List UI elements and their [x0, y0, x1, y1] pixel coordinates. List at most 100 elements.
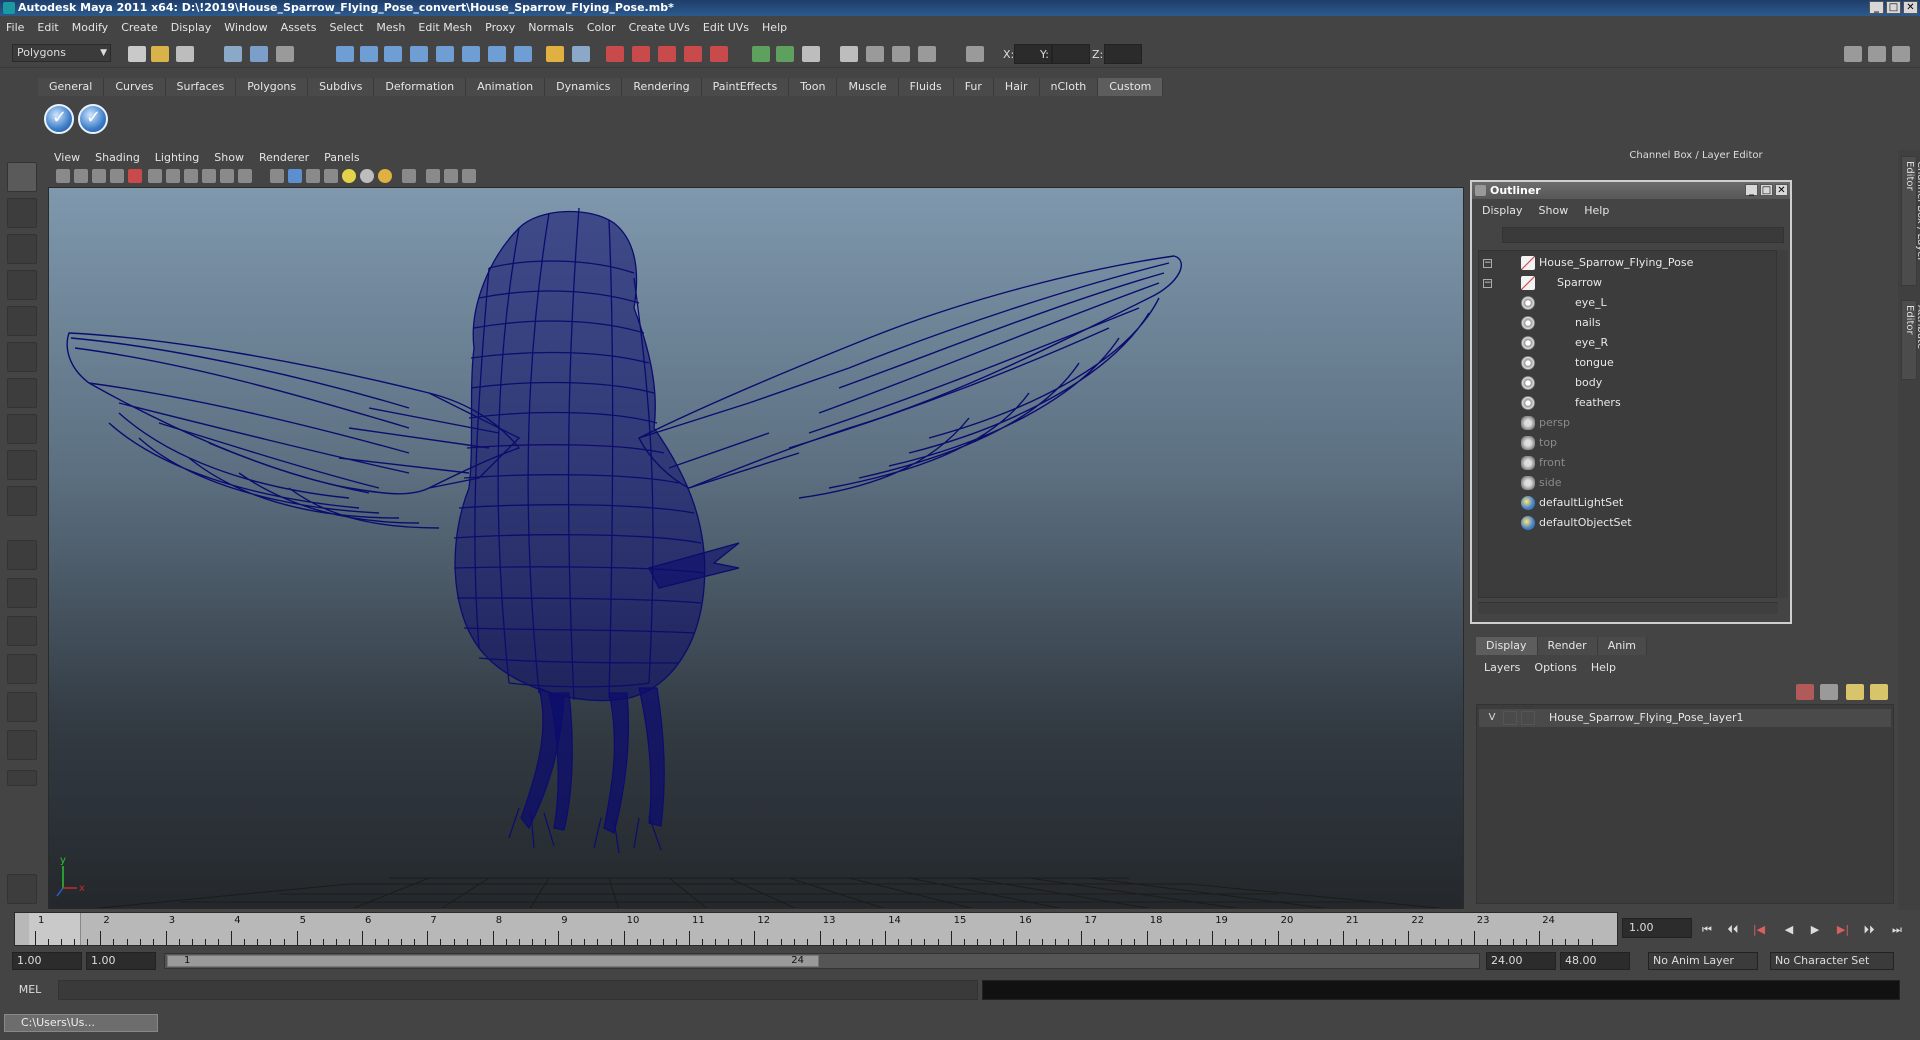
new-layer-selected-icon[interactable] — [1796, 684, 1814, 700]
shelf-tab-hair[interactable]: Hair — [993, 78, 1040, 96]
custom-shelf-button-1[interactable] — [44, 104, 74, 134]
outliner-item[interactable]: body — [1479, 373, 1769, 393]
last-tool-icon[interactable] — [7, 486, 37, 516]
layer-tab-display[interactable]: Display — [1476, 637, 1538, 655]
outliner-menu-display[interactable]: Display — [1482, 204, 1523, 217]
shelf-tab-curves[interactable]: Curves — [104, 78, 166, 96]
select-object-icon[interactable] — [250, 46, 268, 62]
menu-window[interactable]: Window — [224, 21, 267, 34]
outliner-menu-help[interactable]: Help — [1584, 204, 1609, 217]
minimized-window[interactable]: C:\Users\Us... — [4, 1014, 158, 1032]
shelf-tab-ncloth[interactable]: nCloth — [1039, 78, 1099, 96]
numeric-input-icon[interactable] — [918, 46, 936, 62]
textured-icon[interactable] — [220, 169, 234, 183]
z-coord-field[interactable] — [1104, 44, 1142, 64]
playback-start-field[interactable]: 1.00 — [86, 952, 156, 970]
snap-surface-icon[interactable] — [436, 46, 454, 62]
minimize-button[interactable]: _ — [1869, 1, 1884, 14]
camera-icon[interactable] — [56, 169, 70, 183]
menu-select[interactable]: Select — [329, 21, 363, 34]
wireframe-icon[interactable] — [166, 169, 180, 183]
scale-tool-icon[interactable] — [7, 342, 37, 372]
hypershade-icon[interactable] — [684, 46, 702, 62]
outliner-persp-layout-icon[interactable] — [7, 616, 37, 646]
layer-visibility-toggle[interactable]: V — [1485, 711, 1499, 725]
step-forward-frame-icon[interactable]: ▶| — [1836, 924, 1850, 936]
layer-menu-layers[interactable]: Layers — [1484, 661, 1520, 674]
custom-shelf-button-2[interactable] — [78, 104, 108, 134]
outliner-maximize-button[interactable]: □ — [1760, 184, 1773, 196]
collapse-icon[interactable]: − — [1483, 259, 1492, 268]
go-to-end-icon[interactable]: ⏭ — [1890, 924, 1904, 936]
sculpt-icon[interactable] — [866, 46, 884, 62]
tab-channel-box[interactable]: Channel Box / Layer Editor — [1901, 156, 1920, 286]
smooth-shade-icon[interactable] — [184, 169, 198, 183]
safe-action-icon[interactable] — [444, 169, 458, 183]
current-frame-field[interactable]: 1.00 — [1622, 918, 1692, 938]
start-time-field[interactable]: 1.00 — [12, 952, 82, 970]
select-hierarchy-icon[interactable] — [224, 46, 242, 62]
menu-display[interactable]: Display — [171, 21, 212, 34]
new-anim-layer-icon[interactable] — [1870, 684, 1888, 700]
layer-color-swatch[interactable] — [1521, 711, 1535, 725]
shelf-tab-animation[interactable]: Animation — [466, 78, 546, 96]
shelf-tab-fur[interactable]: Fur — [953, 78, 994, 96]
camera-attributes-icon[interactable] — [74, 169, 88, 183]
snap-point-icon[interactable] — [384, 46, 402, 62]
outliner-item[interactable]: eye_R — [1479, 333, 1769, 353]
toggle-channel-box-icon[interactable] — [1892, 46, 1910, 62]
shelf-tab-fluids[interactable]: Fluids — [898, 78, 954, 96]
layer-row[interactable]: V House_Sparrow_Flying_Pose_layer1 — [1479, 709, 1891, 727]
outliner-filter-field[interactable] — [1502, 227, 1784, 243]
save-scene-icon[interactable] — [176, 46, 194, 62]
menu-normals[interactable]: Normals — [528, 21, 574, 34]
input-line-icon[interactable] — [752, 46, 770, 62]
maximize-button[interactable]: □ — [1886, 1, 1901, 14]
render-view-icon[interactable] — [710, 46, 728, 62]
shelf-tab-polygons[interactable]: Polygons — [236, 78, 309, 96]
move-tool-icon[interactable] — [7, 270, 37, 300]
outliner-item[interactable]: defaultLightSet — [1479, 493, 1769, 513]
toggle-attribute-editor-icon[interactable] — [1844, 46, 1862, 62]
render-settings-icon[interactable] — [658, 46, 676, 62]
range-slider[interactable]: 1 24 — [164, 953, 1480, 969]
character-set-selector[interactable]: No Character Set — [1770, 952, 1894, 970]
outliner-item[interactable]: nails — [1479, 313, 1769, 333]
high-quality-icon[interactable] — [426, 169, 440, 183]
menu-assets[interactable]: Assets — [281, 21, 317, 34]
isolate-select-icon[interactable] — [324, 169, 338, 183]
all-lights-icon[interactable] — [360, 169, 374, 183]
menu-proxy[interactable]: Proxy — [485, 21, 515, 34]
menu-edit-mesh[interactable]: Edit Mesh — [418, 21, 472, 34]
shelf-tab-rendering[interactable]: Rendering — [622, 78, 702, 96]
play-backwards-icon[interactable]: ◀ — [1782, 924, 1796, 936]
panel-menu-view[interactable]: View — [54, 151, 80, 164]
shelf-tab-muscle[interactable]: Muscle — [837, 78, 899, 96]
soft-mod-tool-icon[interactable] — [7, 414, 37, 444]
history-icon[interactable] — [488, 46, 506, 62]
end-time-field[interactable]: 48.00 — [1560, 952, 1630, 970]
snap-grid-icon[interactable] — [336, 46, 354, 62]
new-render-layer-icon[interactable] — [1846, 684, 1864, 700]
menu-mesh[interactable]: Mesh — [376, 21, 405, 34]
step-forward-key-icon[interactable]: ⏵⏵ — [1862, 924, 1876, 936]
outliner-menu-show[interactable]: Show — [1539, 204, 1569, 217]
tool-settings-icon[interactable] — [840, 46, 858, 62]
lock-icon[interactable] — [546, 46, 564, 62]
menu-edit[interactable]: Edit — [37, 21, 58, 34]
collapse-icon[interactable]: − — [1483, 279, 1492, 288]
open-scene-icon[interactable] — [151, 46, 169, 62]
shelf-tab-painteffects[interactable]: PaintEffects — [701, 78, 790, 96]
ipr-render-icon[interactable] — [632, 46, 650, 62]
outliner-item[interactable]: − House_Sparrow_Flying_Pose — [1479, 253, 1769, 273]
y-coord-field[interactable] — [1052, 44, 1090, 64]
menu-color[interactable]: Color — [587, 21, 616, 34]
panel-menu-renderer[interactable]: Renderer — [259, 151, 309, 164]
outliner-item[interactable]: feathers — [1479, 393, 1769, 413]
layer-template-toggle[interactable] — [1503, 711, 1517, 725]
snap-curve-icon[interactable] — [360, 46, 378, 62]
resolution-gate-icon[interactable] — [306, 169, 320, 183]
outliner-item[interactable]: eye_L — [1479, 293, 1769, 313]
layer-menu-options[interactable]: Options — [1534, 661, 1576, 674]
step-back-frame-icon[interactable]: |◀ — [1752, 924, 1766, 936]
